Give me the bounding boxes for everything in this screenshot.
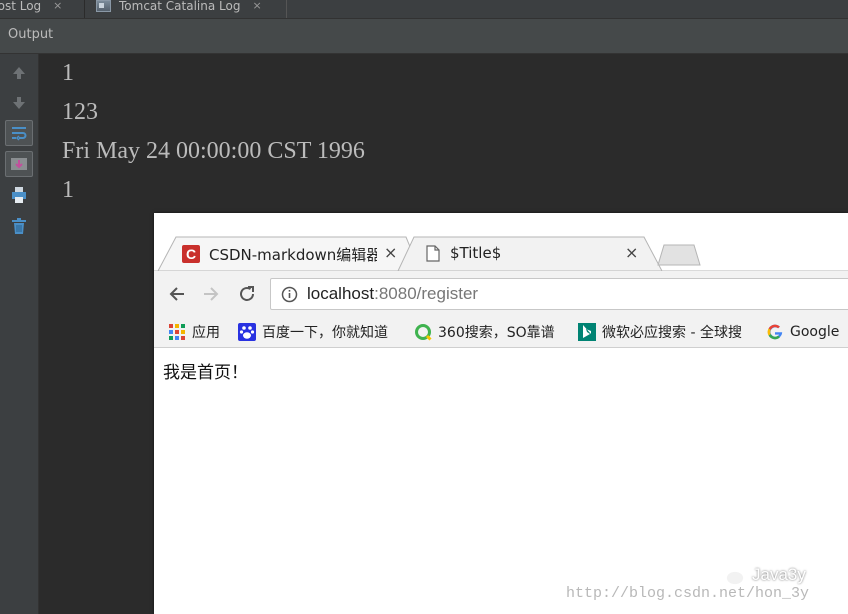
bookmarks-bar: 应用 百度一下，你就知道 360搜索，SO靠谱 微软必应搜索 - 全球搜 Goo… [154, 317, 848, 348]
scroll-to-end-icon [11, 158, 27, 170]
tab-host-log-label: host Log [0, 0, 42, 13]
wechat-icon [713, 563, 745, 586]
trash-icon [12, 218, 26, 234]
down-arrow-button[interactable] [5, 90, 33, 116]
browser-window: C CSDN-markdown编辑器 × $Title$ × localhost… [154, 213, 848, 614]
tab-tomcat-catalina-log[interactable]: Tomcat Catalina Log × [92, 0, 287, 18]
output-panel-header: Output [0, 19, 848, 54]
back-button[interactable] [164, 281, 190, 307]
bing-icon [578, 323, 596, 341]
back-arrow-icon [169, 287, 184, 301]
brand-watermark: Java3y [712, 563, 806, 587]
print-button[interactable] [5, 182, 33, 208]
url-watermark: http://blog.csdn.net/hon_3y [566, 585, 810, 602]
page-heading-text: 我是首页！ [163, 363, 248, 383]
brand-watermark-text: Java3y [752, 565, 806, 584]
address-bar[interactable]: localhost:8080/register [270, 278, 848, 310]
bookmark-baidu[interactable]: 百度一下，你就知道 [238, 322, 388, 342]
bookmark-label: 360搜索，SO靠谱 [438, 325, 555, 341]
soft-wrap-icon [12, 127, 27, 141]
ide-tab-strip: host Log × Tomcat Catalina Log × [0, 0, 848, 19]
bookmark-label: Google [790, 324, 840, 340]
baidu-paw-icon [238, 323, 256, 341]
bookmark-google[interactable]: Google [766, 322, 839, 342]
bookmark-label: 百度一下，你就知道 [262, 325, 388, 341]
url-path: :8080/register [374, 284, 479, 303]
print-icon [12, 187, 26, 203]
google-icon [766, 323, 784, 341]
close-icon[interactable]: × [252, 0, 261, 12]
browser-tab-bar: C CSDN-markdown编辑器 × $Title$ × [154, 213, 848, 271]
forward-arrow-icon [204, 287, 219, 301]
bookmark-360[interactable]: 360搜索，SO靠谱 [414, 322, 555, 342]
console-line: 1 [62, 177, 74, 203]
url-host: localhost [307, 284, 375, 303]
tab-csdn-title[interactable]: CSDN-markdown编辑器 [209, 244, 377, 265]
close-icon[interactable]: × [53, 0, 62, 12]
forward-button[interactable] [198, 281, 224, 307]
reload-icon [240, 286, 254, 301]
new-tab-button [657, 244, 701, 266]
tab-tomcat-catalina-log-label: Tomcat Catalina Log [119, 0, 241, 13]
bookmark-bing[interactable]: 微软必应搜索 - 全球搜 [578, 322, 750, 342]
bookmark-apps[interactable]: 应用 [168, 322, 220, 342]
console-tool-strip [0, 54, 39, 614]
close-icon[interactable]: × [625, 243, 638, 262]
url-text: localhost:8080/register [307, 284, 478, 304]
output-panel-title: Output [8, 27, 54, 42]
info-icon [281, 286, 298, 303]
scroll-to-end-button[interactable] [5, 151, 33, 177]
tab-title-placeholder[interactable]: $Title$ [450, 244, 600, 262]
bookmark-label: 应用 [192, 325, 220, 341]
console-line: 1 [62, 60, 74, 86]
bookmark-label: 微软必应搜索 - 全球搜 [602, 325, 742, 341]
csdn-favicon-icon: C [182, 245, 200, 263]
reload-button[interactable] [234, 281, 260, 307]
browser-toolbar: localhost:8080/register [154, 271, 848, 317]
clear-all-button[interactable] [5, 213, 33, 239]
apps-grid-icon [168, 323, 186, 341]
document-icon [426, 245, 440, 262]
up-arrow-button[interactable] [5, 60, 33, 86]
up-arrow-icon [13, 67, 25, 79]
tab-host-log[interactable]: host Log × [0, 0, 85, 18]
down-arrow-icon [13, 97, 25, 109]
console-line: 123 [62, 99, 98, 125]
tomcat-icon [96, 0, 111, 12]
soft-wrap-button[interactable] [5, 120, 33, 146]
close-icon[interactable]: × [384, 243, 397, 262]
console-line: Fri May 24 00:00:00 CST 1996 [62, 138, 365, 164]
360-search-icon [414, 323, 432, 341]
